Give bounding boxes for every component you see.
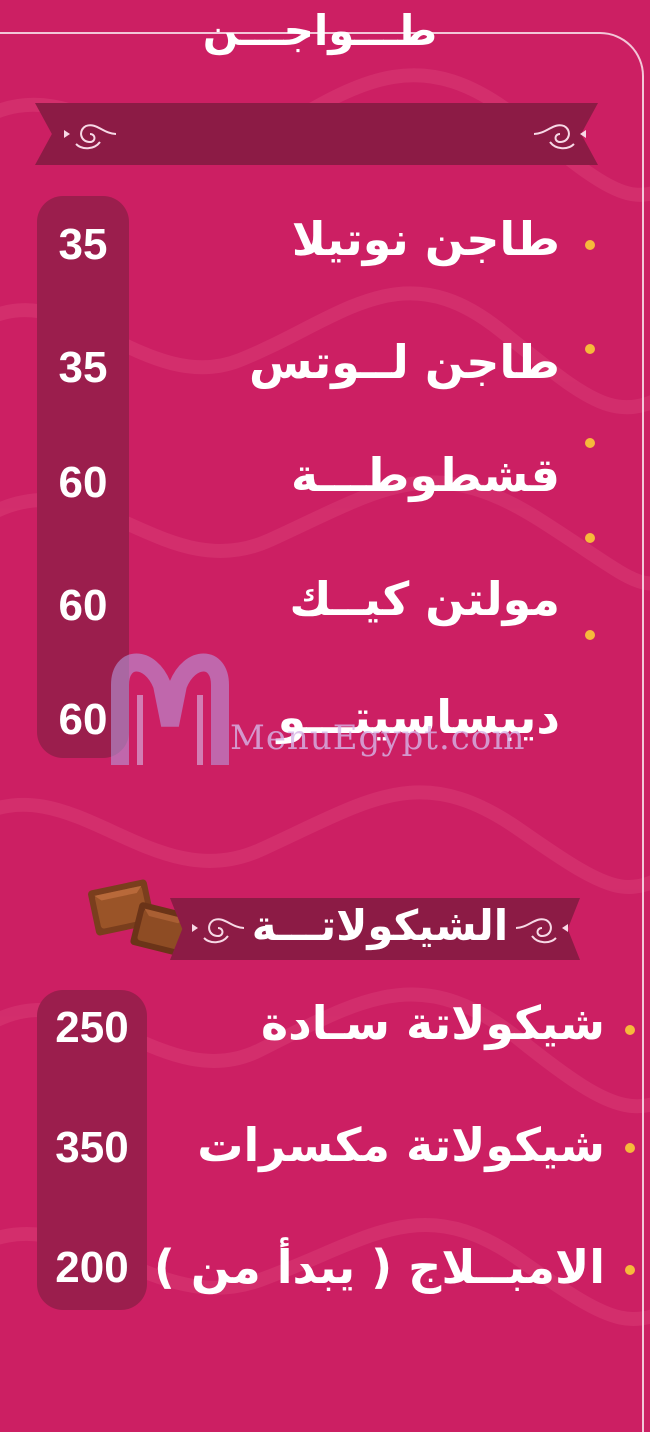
bullet-icon xyxy=(585,630,595,640)
flourish-right-icon xyxy=(533,124,586,150)
bullet-icon xyxy=(625,1143,635,1153)
flourish-right-icon xyxy=(515,918,568,944)
item-price: 200 xyxy=(55,1243,129,1292)
item-name: الامبــلاج ( يبدأ من ) xyxy=(153,1240,605,1294)
item-name: مولتن كيــك xyxy=(289,572,560,626)
item-name: طاجن نوتيلا xyxy=(291,212,560,266)
bullet-icon xyxy=(585,240,595,250)
flourish-left-icon xyxy=(192,918,245,944)
section-title: الشيكولاتـــة xyxy=(251,901,509,950)
flourish-left-icon xyxy=(64,124,117,150)
bullet-icon xyxy=(585,533,595,543)
item-name: قشطوطـــة xyxy=(291,448,560,502)
bullet-icon xyxy=(585,438,595,448)
item-price: 35 xyxy=(58,220,108,269)
bullet-icon xyxy=(625,1265,635,1275)
watermark-text: MenuEgypt.com xyxy=(230,718,526,758)
item-name: شيكولاتة مكسرات xyxy=(197,1118,605,1172)
item-price: 60 xyxy=(58,581,108,630)
bullet-icon xyxy=(625,1025,635,1035)
item-price: 60 xyxy=(58,458,108,507)
bullet-icon xyxy=(585,344,595,354)
item-price: 250 xyxy=(55,1003,129,1052)
item-name: شيكولاتة سـادة xyxy=(260,996,605,1050)
item-name: طاجن لــوتس xyxy=(248,335,560,389)
item-price: 350 xyxy=(55,1123,129,1172)
item-price: 35 xyxy=(58,343,108,392)
section-title: طـــواجـــن xyxy=(202,6,438,55)
watermark-logo xyxy=(111,653,229,765)
